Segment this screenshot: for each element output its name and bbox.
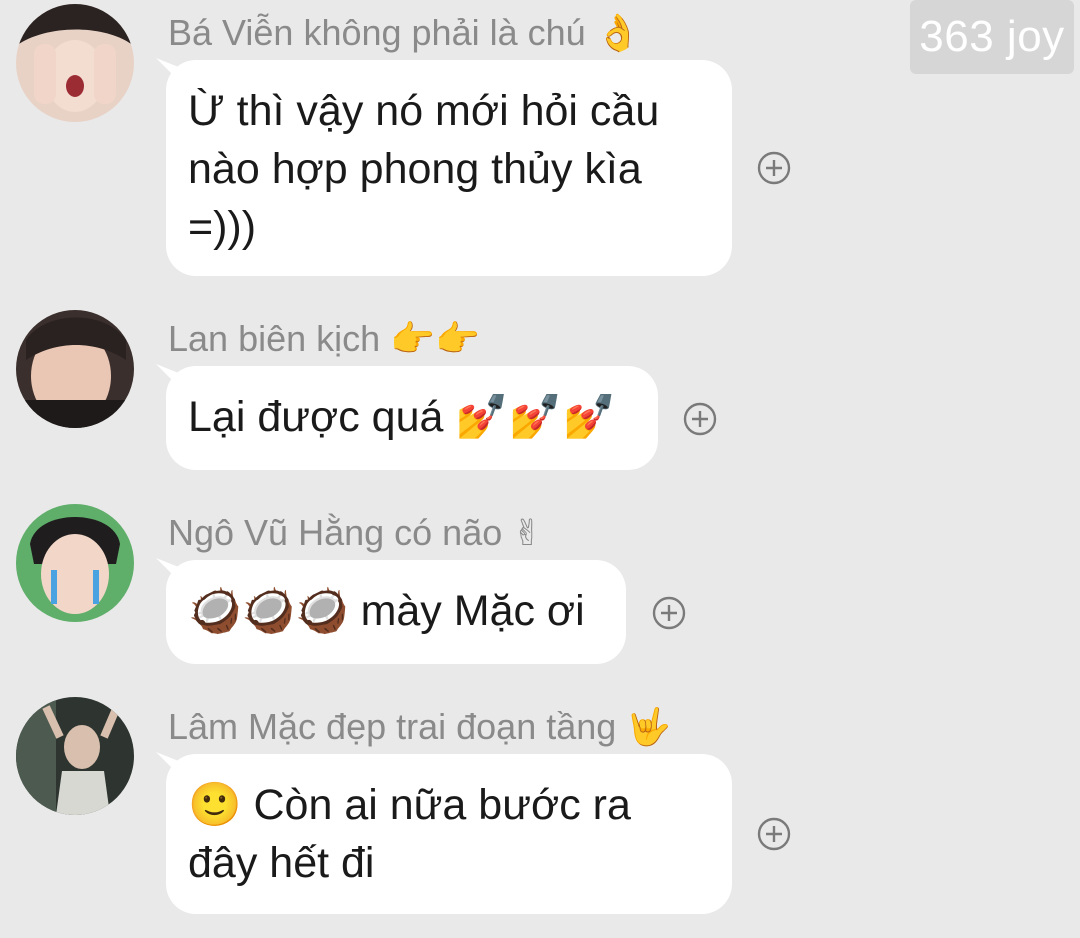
avatar[interactable] <box>16 697 134 815</box>
message-text-line: đây hết đi <box>188 839 375 887</box>
message-text-line: Ừ thì vậy nó mới hỏi cầu <box>188 87 660 135</box>
add-reaction-icon[interactable] <box>756 816 792 852</box>
avatar[interactable] <box>16 4 134 122</box>
add-reaction-icon[interactable] <box>651 595 687 631</box>
message-text-line: =))) <box>188 203 257 251</box>
message-text-line: Lại được quá 💅💅💅 <box>188 393 616 441</box>
sender-name[interactable]: Lâm Mặc đẹp trai đoạn tầng 🤟 <box>168 706 671 748</box>
avatar[interactable] <box>16 310 134 428</box>
message-bubble[interactable]: 🥥🥥🥥 mày Mặc ơi <box>166 560 626 664</box>
sender-name[interactable]: Bá Viễn không phải là chú 👌 <box>168 12 640 54</box>
watermark-badge: 363 joy <box>910 0 1074 74</box>
avatar[interactable] <box>16 504 134 622</box>
message-text-line: 🥥🥥🥥 mày Mặc ơi <box>188 587 585 635</box>
message-bubble[interactable]: 🙂 Còn ai nữa bước ra đây hết đi <box>166 754 732 914</box>
message-bubble[interactable]: Lại được quá 💅💅💅 <box>166 366 658 470</box>
message-text-line: 🙂 Còn ai nữa bước ra <box>188 781 631 829</box>
add-reaction-icon[interactable] <box>682 401 718 437</box>
sender-name[interactable]: Ngô Vũ Hằng có não ✌ <box>168 512 542 554</box>
sender-name[interactable]: Lan biên kịch 👉👉 <box>168 318 480 360</box>
message-bubble[interactable]: Ừ thì vậy nó mới hỏi cầu nào hợp phong t… <box>166 60 732 276</box>
add-reaction-icon[interactable] <box>756 150 792 186</box>
message-text-line: nào hợp phong thủy kìa <box>188 145 642 193</box>
